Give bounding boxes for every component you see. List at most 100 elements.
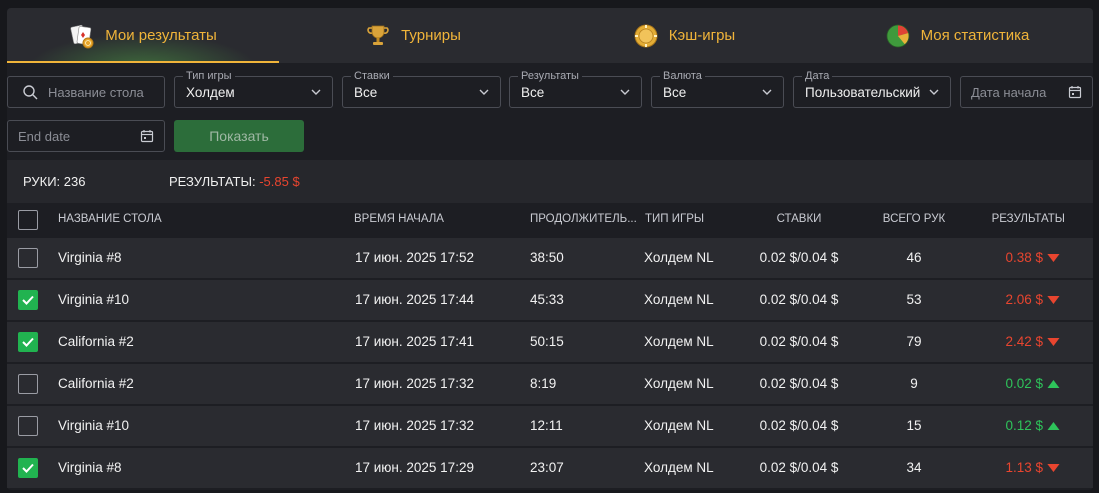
cell-result: 1.13 $ bbox=[1005, 460, 1059, 476]
show-button[interactable]: Показать bbox=[174, 120, 304, 152]
chevron-down-icon bbox=[311, 89, 321, 95]
end-date-field bbox=[7, 120, 165, 152]
pie-chart-icon bbox=[885, 23, 911, 49]
results-summary: РЕЗУЛЬТАТЫ: -5.85 $ bbox=[169, 174, 300, 189]
cell-table-name: Virginia #10 bbox=[58, 292, 130, 307]
cell-game-type: Холдем NL bbox=[644, 250, 714, 265]
result-value: 0.38 $ bbox=[1005, 250, 1043, 265]
currency-label: Валюта bbox=[660, 70, 705, 82]
cell-duration: 8:19 bbox=[530, 376, 557, 391]
cell-table-name: Virginia #8 bbox=[58, 250, 122, 265]
result-value: 2.42 $ bbox=[1005, 334, 1043, 349]
cell-stakes: 0.02 $/0.04 $ bbox=[759, 250, 839, 265]
header-total-hands[interactable]: Всего рук bbox=[883, 213, 945, 225]
date-label: Дата bbox=[802, 70, 833, 82]
table-row[interactable]: Virginia #10 17 июн. 2025 17:32 12:11 Холде… bbox=[7, 406, 1093, 446]
game-type-label: Тип игры bbox=[183, 70, 235, 82]
date-value: Пользовательский bbox=[805, 85, 921, 100]
results-value: Все bbox=[521, 85, 545, 100]
tab-cash-games[interactable]: Кэш-игры bbox=[547, 8, 821, 63]
start-date-input[interactable] bbox=[971, 77, 1081, 107]
table-row[interactable]: Virginia #10 17 июн. 2025 17:44 45:33 Холде… bbox=[7, 280, 1093, 320]
cell-result: 0.02 $ bbox=[1005, 376, 1059, 392]
header-stakes[interactable]: Ставки bbox=[777, 213, 822, 225]
table-header: Название стола Время начала Продолжитель… bbox=[7, 203, 1093, 236]
row-checkbox[interactable] bbox=[18, 248, 38, 268]
header-game-type[interactable]: Тип игры bbox=[645, 213, 704, 225]
start-date-field bbox=[960, 76, 1093, 108]
arrow-down-icon bbox=[1047, 251, 1059, 266]
cell-start-time: 17 июн. 2025 17:41 bbox=[355, 334, 474, 349]
tab-label: Моя статистика bbox=[920, 27, 1030, 44]
search-input[interactable] bbox=[48, 77, 168, 107]
hands-label: РУКИ: bbox=[23, 174, 61, 189]
row-checkbox[interactable] bbox=[18, 290, 38, 310]
result-value: 0.12 $ bbox=[1005, 418, 1043, 433]
tab-my-results[interactable]: Мои результаты bbox=[7, 8, 279, 63]
table-row[interactable]: California #2 17 июн. 2025 17:41 50:15 Холд… bbox=[7, 322, 1093, 362]
tab-label: Кэш-игры bbox=[668, 27, 736, 44]
cell-game-type: Холдем NL bbox=[644, 418, 714, 433]
cell-duration: 45:33 bbox=[530, 292, 564, 307]
cell-result: 2.06 $ bbox=[1005, 292, 1059, 308]
results-summary-label: РЕЗУЛЬТАТЫ: bbox=[169, 174, 256, 189]
cell-total-hands: 46 bbox=[906, 250, 922, 265]
cell-stakes: 0.02 $/0.04 $ bbox=[759, 460, 839, 475]
results-summary-value: -5.85 $ bbox=[259, 174, 300, 189]
cell-table-name: California #2 bbox=[58, 334, 134, 349]
row-checkbox[interactable] bbox=[18, 458, 38, 478]
header-results[interactable]: Результаты bbox=[992, 213, 1065, 225]
game-type-select[interactable]: Тип игры Холдем bbox=[174, 70, 333, 108]
arrow-down-icon bbox=[1047, 461, 1059, 476]
table-row[interactable]: Virginia #8 17 июн. 2025 17:29 23:07 Холдем… bbox=[7, 448, 1093, 488]
chip-icon bbox=[633, 23, 659, 49]
header-start-time[interactable]: Время начала bbox=[354, 213, 444, 225]
cell-result: 2.42 $ bbox=[1005, 334, 1059, 350]
cell-game-type: Холдем NL bbox=[644, 376, 714, 391]
tab-my-statistics[interactable]: Моя статистика bbox=[821, 8, 1093, 63]
row-checkbox[interactable] bbox=[18, 416, 38, 436]
cell-start-time: 17 июн. 2025 17:44 bbox=[355, 292, 474, 307]
currency-select[interactable]: Валюта Все bbox=[651, 70, 784, 108]
arrow-up-icon bbox=[1047, 419, 1059, 434]
date-select[interactable]: Дата Пользовательский bbox=[793, 70, 951, 108]
stakes-value: Все bbox=[354, 85, 378, 100]
cell-duration: 12:11 bbox=[530, 418, 563, 433]
stakes-label: Ставки bbox=[351, 70, 393, 82]
row-checkbox[interactable] bbox=[18, 374, 38, 394]
stakes-select[interactable]: Ставки Все bbox=[342, 70, 501, 108]
row-checkbox[interactable] bbox=[18, 332, 38, 352]
cell-total-hands: 53 bbox=[906, 292, 922, 307]
calendar-icon[interactable] bbox=[1068, 85, 1082, 99]
cell-total-hands: 9 bbox=[910, 376, 918, 391]
cell-total-hands: 15 bbox=[906, 418, 922, 433]
search-icon bbox=[23, 85, 38, 103]
summary-bar: РУКИ: 236 РЕЗУЛЬТАТЫ: -5.85 $ bbox=[7, 160, 1093, 203]
arrow-down-icon bbox=[1047, 335, 1059, 350]
table-name-search bbox=[7, 76, 168, 108]
cell-start-time: 17 июн. 2025 17:52 bbox=[355, 250, 474, 265]
currency-value: Все bbox=[663, 85, 687, 100]
result-value: 1.13 $ bbox=[1005, 460, 1043, 475]
end-date-input[interactable] bbox=[18, 121, 128, 151]
chevron-down-icon bbox=[762, 89, 772, 95]
cell-result: 0.12 $ bbox=[1005, 418, 1059, 434]
select-all-checkbox[interactable] bbox=[18, 210, 38, 230]
cell-table-name: Virginia #8 bbox=[58, 460, 122, 475]
results-select[interactable]: Результаты Все bbox=[509, 70, 642, 108]
cell-total-hands: 34 bbox=[906, 460, 922, 475]
chevron-down-icon bbox=[620, 89, 630, 95]
hands-value: 236 bbox=[63, 174, 86, 189]
calendar-icon[interactable] bbox=[140, 129, 154, 143]
table-row[interactable]: California #2 17 июн. 2025 17:32 8:19 Холде… bbox=[7, 364, 1093, 404]
table-row[interactable]: Virginia #8 17 июн. 2025 17:52 38:50 Холдем… bbox=[7, 238, 1093, 278]
chevron-down-icon bbox=[479, 89, 489, 95]
cell-result: 0.38 $ bbox=[1005, 250, 1059, 266]
tab-tournaments[interactable]: Турниры bbox=[279, 8, 547, 63]
header-duration[interactable]: Продолжитель... bbox=[530, 213, 637, 225]
tab-bar: Мои результаты Турниры Кэш-игры Моя стат… bbox=[7, 8, 1093, 63]
arrow-up-icon bbox=[1047, 377, 1059, 392]
header-table-name[interactable]: Название стола bbox=[58, 213, 162, 225]
cell-start-time: 17 июн. 2025 17:29 bbox=[355, 460, 474, 475]
chevron-down-icon bbox=[929, 89, 939, 95]
